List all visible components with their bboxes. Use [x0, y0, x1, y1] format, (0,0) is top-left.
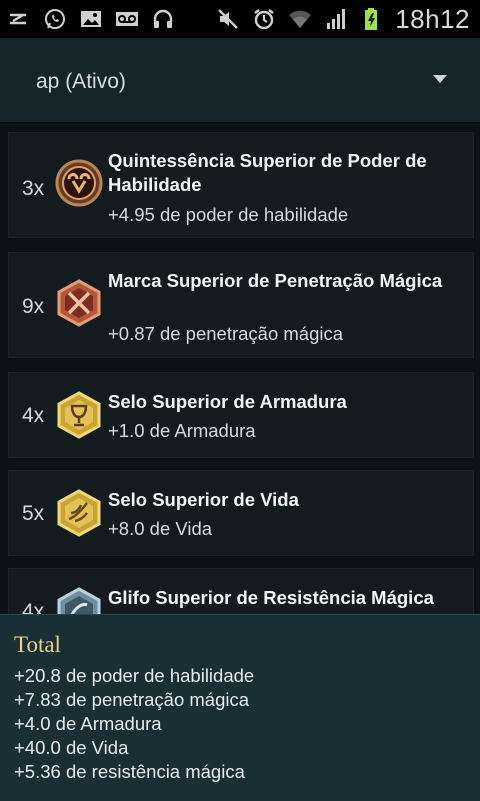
voicemail-icon [114, 6, 140, 32]
total-line: +7.83 de penetração mágica [14, 689, 250, 710]
seal-armor-icon [57, 391, 101, 439]
rune-name: Glifo Superior de Resistência Mágica [108, 587, 434, 608]
battery-charging-icon [359, 6, 385, 32]
whatsapp-icon [42, 6, 68, 32]
rune-page-selector[interactable]: ap (Ativo) [0, 38, 480, 123]
rune-effect: +1.0 de Armadura [108, 420, 256, 441]
rune-count: 5x [22, 502, 45, 525]
signal-icon [323, 6, 349, 32]
rune-card[interactable]: 4x Selo Superior de Armadura +1.0 de Arm… [8, 372, 474, 458]
rune-effect: +0.87 de penetração mágica [108, 323, 344, 344]
quintessence-ability-power-icon [55, 159, 103, 207]
clock: 18h12 [395, 3, 470, 34]
mark-magic-penetration-icon [57, 279, 101, 327]
status-bar: 18h12 [0, 0, 480, 38]
rune-name: Quintessência Superior de Poder de Habil… [108, 150, 427, 195]
glyph-magic-resist-icon [57, 587, 101, 614]
total-panel: Total +20.8 de poder de habilidade +7.83… [0, 614, 480, 801]
rune-count: 9x [22, 295, 45, 318]
total-line: +40.0 de Vida [14, 737, 129, 758]
seal-health-icon [57, 489, 101, 537]
headphones-icon [150, 6, 176, 32]
rune-effect: +4.95 de poder de habilidade [108, 204, 349, 225]
selected-rune-page[interactable]: ap (Ativo) [36, 70, 126, 94]
gallery-icon [78, 6, 104, 32]
alarm-icon [251, 6, 277, 32]
rune-effect: +8.0 de Vida [108, 518, 213, 539]
total-title: Total [14, 632, 61, 657]
total-line: +4.0 de Armadura [14, 713, 162, 734]
rune-card[interactable]: 5x Selo Superior de Vida +8.0 de Vida [8, 470, 474, 556]
wifi-icon [287, 6, 313, 32]
rune-count: 3x [22, 177, 45, 200]
rune-list[interactable]: 3x Quintessência Superior de Poder de Ha… [0, 122, 480, 614]
dropdown-arrow-icon[interactable] [432, 74, 448, 84]
rune-count: 4x [22, 600, 45, 614]
rune-card[interactable]: 4x Glifo Superior de Resistência Mágica [8, 568, 474, 614]
notification-icon [6, 6, 32, 32]
rune-count: 4x [22, 404, 45, 427]
rune-card[interactable]: 9x Marca Superior de Penetração Mágica +… [8, 252, 474, 358]
rune-card[interactable]: 3x Quintessência Superior de Poder de Ha… [8, 132, 474, 238]
rune-name: Selo Superior de Vida [108, 489, 299, 510]
mute-icon [215, 6, 241, 32]
total-line: +20.8 de poder de habilidade [14, 665, 255, 686]
total-line: +5.36 de resistência mágica [14, 761, 245, 782]
rune-name: Marca Superior de Penetração Mágica [108, 270, 443, 291]
rune-name: Selo Superior de Armadura [108, 391, 347, 412]
